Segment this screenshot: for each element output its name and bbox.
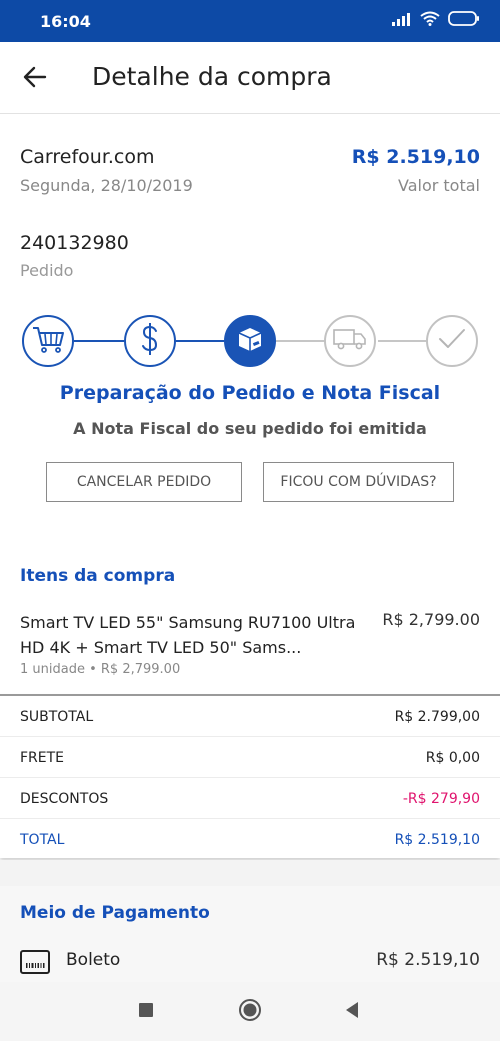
status-icons bbox=[392, 11, 480, 31]
system-nav-bar bbox=[0, 982, 500, 1041]
triangle-back-icon bbox=[344, 1001, 360, 1024]
circle-icon bbox=[238, 998, 262, 1027]
summary-label: SUBTOTAL bbox=[20, 709, 94, 725]
item-price: R$ 2,799.00 bbox=[382, 610, 480, 629]
barcode-icon bbox=[20, 950, 50, 974]
store-name: Carrefour.com bbox=[20, 146, 155, 168]
battery-icon bbox=[448, 11, 480, 31]
page-title: Detalhe da compra bbox=[92, 62, 332, 91]
stage-description: A Nota Fiscal do seu pedido foi emitida bbox=[73, 419, 427, 438]
cart-icon bbox=[31, 324, 65, 359]
home-button[interactable] bbox=[238, 998, 262, 1027]
payment-value: R$ 2.519,10 bbox=[376, 950, 480, 970]
app-bar: Detalhe da compra bbox=[0, 42, 500, 114]
step-cart bbox=[22, 315, 74, 367]
summary-row-discounts: DESCONTOS -R$ 279,90 bbox=[0, 778, 500, 819]
order-summary: SUBTOTAL R$ 2.799,00 FRETE R$ 0,00 DESCO… bbox=[0, 694, 500, 858]
dollar-icon bbox=[139, 322, 161, 361]
summary-value-total: R$ 2.519,10 bbox=[394, 832, 480, 848]
order-date: Segunda, 28/10/2019 bbox=[20, 176, 193, 195]
step-shipping bbox=[324, 315, 376, 367]
item-quantity: 1 unidade • R$ 2,799.00 bbox=[20, 662, 181, 677]
summary-label-total: TOTAL bbox=[20, 832, 65, 848]
order-total-label: Valor total bbox=[398, 176, 480, 195]
step-delivered bbox=[426, 315, 478, 367]
summary-row-shipping: FRETE R$ 0,00 bbox=[0, 737, 500, 778]
signal-icon bbox=[392, 12, 412, 31]
summary-value: R$ 2.799,00 bbox=[394, 709, 480, 725]
order-number: 240132980 bbox=[20, 232, 129, 254]
square-icon bbox=[138, 1002, 154, 1023]
progress-line bbox=[276, 340, 326, 342]
summary-value: R$ 0,00 bbox=[425, 750, 480, 766]
step-payment bbox=[124, 315, 176, 367]
wifi-icon bbox=[420, 11, 440, 31]
back-button[interactable] bbox=[18, 62, 52, 96]
payment-method: Boleto bbox=[66, 950, 121, 970]
progress-line bbox=[378, 340, 426, 342]
step-preparation bbox=[224, 315, 276, 367]
status-time: 16:04 bbox=[40, 12, 91, 31]
payment-section: Meio de Pagamento Boleto R$ 2.519,10 bbox=[0, 886, 500, 982]
back-nav-button[interactable] bbox=[340, 1000, 364, 1024]
item-name: Smart TV LED 55" Samsung RU7100 Ultra HD… bbox=[20, 613, 356, 657]
progress-line bbox=[74, 340, 124, 342]
stage-title: Preparação do Pedido e Nota Fiscal bbox=[59, 382, 441, 404]
summary-value-discount: -R$ 279,90 bbox=[402, 791, 480, 807]
payment-section-title: Meio de Pagamento bbox=[20, 903, 210, 923]
section-divider bbox=[0, 860, 500, 886]
summary-row-subtotal: SUBTOTAL R$ 2.799,00 bbox=[0, 696, 500, 737]
truck-icon bbox=[332, 326, 368, 357]
order-progress-tracker bbox=[0, 312, 500, 372]
summary-label: DESCONTOS bbox=[20, 791, 109, 807]
box-icon bbox=[235, 324, 265, 359]
recents-button[interactable] bbox=[134, 1000, 158, 1024]
order-number-label: Pedido bbox=[20, 261, 74, 280]
progress-line bbox=[176, 340, 224, 342]
check-icon bbox=[437, 326, 467, 357]
help-button[interactable]: FICOU COM DÚVIDAS? bbox=[263, 462, 454, 502]
summary-label: FRETE bbox=[20, 750, 65, 766]
items-section-title: Itens da compra bbox=[20, 566, 176, 586]
arrow-left-icon bbox=[23, 66, 47, 93]
summary-row-total: TOTAL R$ 2.519,10 bbox=[0, 819, 500, 860]
cancel-order-button[interactable]: CANCELAR PEDIDO bbox=[46, 462, 242, 502]
status-bar: 16:04 bbox=[0, 0, 500, 42]
order-total-value: R$ 2.519,10 bbox=[351, 146, 480, 168]
